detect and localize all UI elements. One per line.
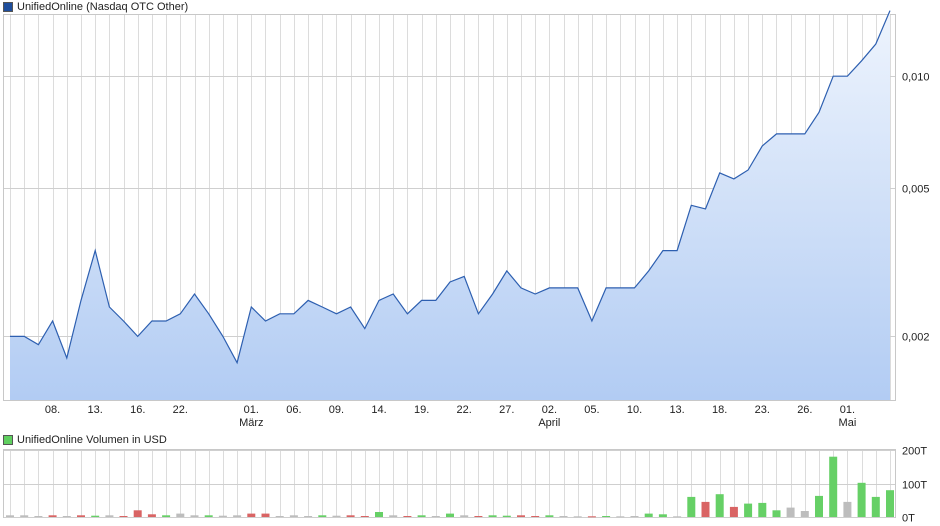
volume-bar [744,503,753,517]
x-tick-label: 23. [755,404,770,416]
x-tick-month-label: März [239,417,263,429]
volume-bar [48,515,57,517]
x-tick-label: 16. [130,404,145,416]
x-tick-label: 09. [329,404,344,416]
volume-bar [815,495,823,517]
x-tick-label: 13. [88,404,103,416]
volume-bar [77,515,85,517]
x-tick-label: 08. [45,404,60,416]
volume-bar [20,515,29,517]
volume-bar [91,515,100,517]
x-tick-label: 22. [173,404,188,416]
volume-bar [176,513,185,517]
volume-bar [261,513,270,517]
volume-bar [332,515,341,517]
volume-bar [587,516,596,518]
volume-bar [829,456,838,517]
volume-bar [857,482,866,517]
volume-bar [233,515,242,517]
volume-bar [275,516,284,517]
volume-bar [417,515,426,517]
volume-bar [431,516,440,517]
volume-bar [389,515,398,517]
volume-bar [758,502,767,517]
volume-bar [531,516,540,517]
x-tick-label: 05. [584,404,599,416]
volume-bar [602,516,611,517]
volume-bar [162,515,171,517]
volume-bar [786,507,795,517]
volume-bar [360,516,369,517]
x-tick-label: 18. [712,404,727,416]
price-y-ticks: 0,002 0,005 0,010 [902,72,930,344]
x-tick-label: 02. [542,404,557,416]
volume-bar [474,516,483,517]
volume-bar [715,494,724,517]
volume-bar [800,511,809,517]
volume-y-ticks: 0T 100T 200T [902,446,927,525]
x-tick-label: 06. [286,404,301,416]
price-panel: 0,0020,0050,010 08. 13. 16. 22. 01.März06. 09… [3,10,930,429]
volume-bar [871,496,880,517]
volume-bar [105,515,114,517]
volume-bar [573,516,582,518]
volume-bar [545,515,554,517]
x-axis-ticks: 08. 13. 16. 22. 01.März06. 09. 14. 19. 22. 27. 02.… [45,404,856,429]
volume-bar [190,515,199,517]
x-tick-label: 19. [414,404,429,416]
volume-bar [247,513,256,517]
volume-bar [318,515,327,517]
volume-bar [616,516,625,518]
volume-bar [133,510,142,517]
volume-bar [62,516,71,517]
volume-bar [34,516,43,517]
x-tick-label: 26. [797,404,812,416]
volume-bar [687,496,696,517]
volume-bar [488,515,497,517]
volume-panel: 0T 100T 200T [3,446,927,525]
volume-y-tick-label: 200T [902,446,927,458]
volume-bar [403,516,412,517]
volume-bar [6,515,14,517]
volume-bar [289,515,298,517]
volume-bar [375,512,383,517]
x-tick-label: 27. [499,404,514,416]
volume-bar [729,506,738,517]
volume-y-tick-label: 0T [902,513,915,525]
x-tick-label: 01. [244,404,259,416]
volume-bar [559,516,568,517]
volume-bar [673,516,682,518]
x-tick-month-label: April [538,417,560,429]
volume-bar [630,516,639,517]
volume-bar [446,513,454,517]
volume-bar [304,516,313,517]
volume-bar [658,514,667,517]
volume-bar [119,516,128,517]
volume-bar [218,515,227,517]
volume-bar [204,515,213,517]
volume-bar [886,490,894,517]
volume-bar [701,501,710,517]
price-volume-chart: 0,0020,0050,010 08. 13. 16. 22. 01.März06. 09… [3,10,930,525]
price-y-tick-label: 0,002 [902,332,930,344]
x-tick-label: 22. [457,404,472,416]
price-y-tick-label: 0,010 [902,72,930,84]
x-tick-label: 14. [371,404,386,416]
x-tick-label: 10. [627,404,642,416]
x-tick-label: 13. [669,404,684,416]
volume-bar [147,514,156,517]
volume-bar [502,515,511,517]
volume-bar [644,513,653,517]
volume-bar [843,501,852,517]
volume-bar [772,510,781,517]
price-y-tick-label: 0,005 [902,184,930,196]
volume-y-tick-label: 100T [902,480,927,492]
volume-bar [517,515,525,517]
x-tick-month-label: Mai [839,417,857,429]
volume-bar [346,515,355,517]
x-tick-label: 01. [840,404,855,416]
volume-bar [460,515,469,517]
